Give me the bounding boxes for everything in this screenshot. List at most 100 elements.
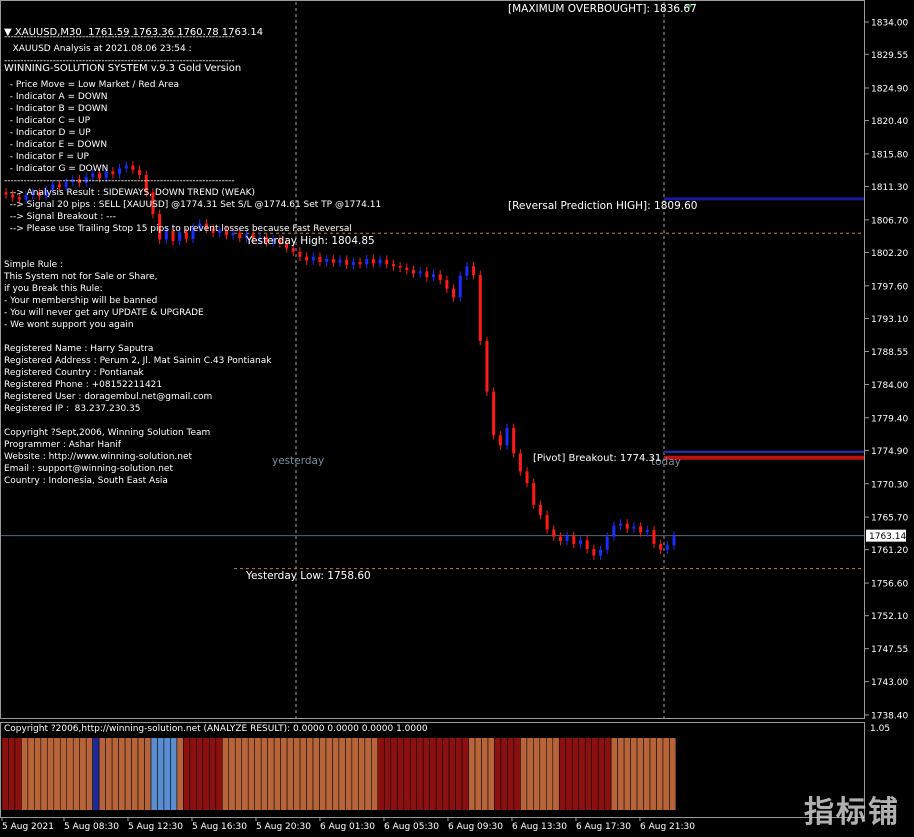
time-tick-label: 5 Aug 12:30 [128, 822, 183, 832]
indicator-bar [131, 738, 138, 810]
candle-body [552, 529, 556, 537]
candle-body [605, 536, 609, 550]
candle-body [485, 340, 489, 392]
info-line: Registered Phone : +08152211421 [4, 380, 163, 390]
candle-body [452, 288, 456, 298]
indicator-bar [403, 738, 410, 810]
indicator-bar [351, 738, 359, 810]
indicator-bar [228, 738, 235, 810]
indicator-bar [416, 738, 423, 810]
indicator-bar [14, 738, 22, 810]
indicator-bar [222, 738, 229, 810]
info-line: Programmer : Ashar Hanif [4, 440, 122, 450]
indicator-bar [254, 738, 261, 810]
indicator-bar [611, 738, 618, 810]
indicator-bar [138, 738, 145, 810]
today-band-red [664, 455, 864, 460]
candle-body [472, 266, 476, 275]
price-tick-label: 1761.20 [871, 546, 908, 556]
info-line: ----------------------------------------… [4, 32, 235, 42]
info-line: - Indicator A = DOWN [4, 92, 108, 102]
indicator-bar [125, 738, 132, 810]
indicator-bar [2, 738, 9, 810]
info-line: - Price Move = Low Market / Red Area [4, 80, 179, 90]
info-line: Copyright ?Sept,2006, Winning Solution T… [4, 428, 211, 438]
candle-body [438, 274, 442, 281]
indicator-bar [293, 738, 300, 810]
candle-body [385, 259, 389, 265]
indicator-bar [578, 738, 585, 810]
price-tick-label: 1743.00 [871, 678, 908, 688]
indicator-bar [164, 738, 171, 810]
candle-body [572, 535, 576, 544]
indicator-bar [151, 738, 158, 810]
pivot-breakout-label: [Pivot] Breakout: 1774.31 [533, 453, 662, 464]
indicator-bar [358, 738, 365, 810]
candle-body [411, 269, 415, 274]
candle-body [625, 523, 629, 529]
info-line: --> Analysis Result : SIDEWAYS, DOWN TRE… [4, 188, 256, 198]
indicator-bar [572, 738, 579, 810]
indicator-bar [526, 738, 534, 810]
price-tick-label: 1756.60 [871, 580, 908, 590]
indicator-bar [624, 738, 631, 810]
info-line: Registered Address : Perum 2, Jl. Mat Sa… [4, 356, 272, 366]
candle-body [619, 523, 623, 526]
candle-body [351, 261, 355, 265]
indicator-bar [306, 738, 313, 810]
time-tick-label: 5 Aug 16:30 [192, 822, 247, 832]
info-line: - Indicator G = DOWN [4, 164, 109, 174]
candle-body [311, 256, 315, 261]
info-line: - Indicator E = DOWN [4, 140, 108, 150]
today-band-blue [664, 450, 864, 454]
candle-body [518, 453, 522, 472]
candle-body [558, 536, 562, 542]
info-line: - We wont support you again [4, 320, 134, 330]
candle-body [358, 261, 362, 265]
candle-body [405, 267, 409, 270]
candle-body [458, 275, 462, 298]
price-chart[interactable]: 1834.00 1829.55 1824.90 1820.40 1815.80 1811.… [0, 0, 914, 837]
candle-body [331, 259, 335, 263]
indicator-bar [390, 738, 397, 810]
indicator-bar [176, 738, 184, 810]
info-line: - Indicator D = UP [4, 128, 91, 138]
info-line: Country : Indonesia, South East Asia [4, 476, 168, 486]
indicator-title: Copyright ?2006,http://winning-solution.… [4, 724, 428, 734]
info-line: ----------------------------------------… [4, 56, 235, 66]
info-line: Registered IP : 83.237.230.35 [4, 404, 141, 414]
info-line: --> Please use Trailing Stop 15 pips to … [4, 224, 352, 234]
price-tick-label: 1820.40 [871, 117, 908, 127]
indicator-bar [202, 738, 209, 810]
indicator-bar [118, 738, 125, 810]
indicator-bar [449, 738, 456, 810]
info-line: Registered Country : Pontianak [4, 368, 144, 378]
candle-body [592, 548, 596, 556]
indicator-bar [215, 738, 222, 810]
candle-body [578, 540, 582, 544]
indicator-bar [501, 738, 508, 810]
indicator-bar [196, 738, 203, 810]
time-tick-label: 6 Aug 01:30 [320, 822, 375, 832]
time-tick-label: 6 Aug 17:30 [576, 822, 631, 832]
price-tick-label: 1752.10 [871, 612, 908, 622]
price-tick-label: 1770.30 [871, 480, 908, 490]
indicator-bar [481, 738, 488, 810]
candle-body [659, 543, 663, 550]
indicator-bar [105, 738, 112, 810]
indicator-bar [241, 738, 248, 810]
info-line: ----------------------------------------… [4, 176, 235, 186]
price-tick-label: 1797.60 [871, 282, 908, 292]
indicator-bar [598, 738, 605, 810]
info-line: - You will never get any UPDATE & UPGRAD… [4, 308, 204, 318]
indicator-bar [442, 738, 449, 810]
indicator-bar [339, 738, 346, 810]
info-line: Registered Name : Harry Saputra [4, 344, 154, 354]
candle-body [498, 435, 502, 446]
price-tick-label: 1802.20 [871, 249, 908, 259]
candle-body [131, 165, 135, 170]
indicator-bar [40, 738, 47, 810]
candle-body [118, 168, 122, 175]
price-tick-label: 1774.90 [871, 447, 908, 457]
indicator-bar [436, 738, 443, 810]
